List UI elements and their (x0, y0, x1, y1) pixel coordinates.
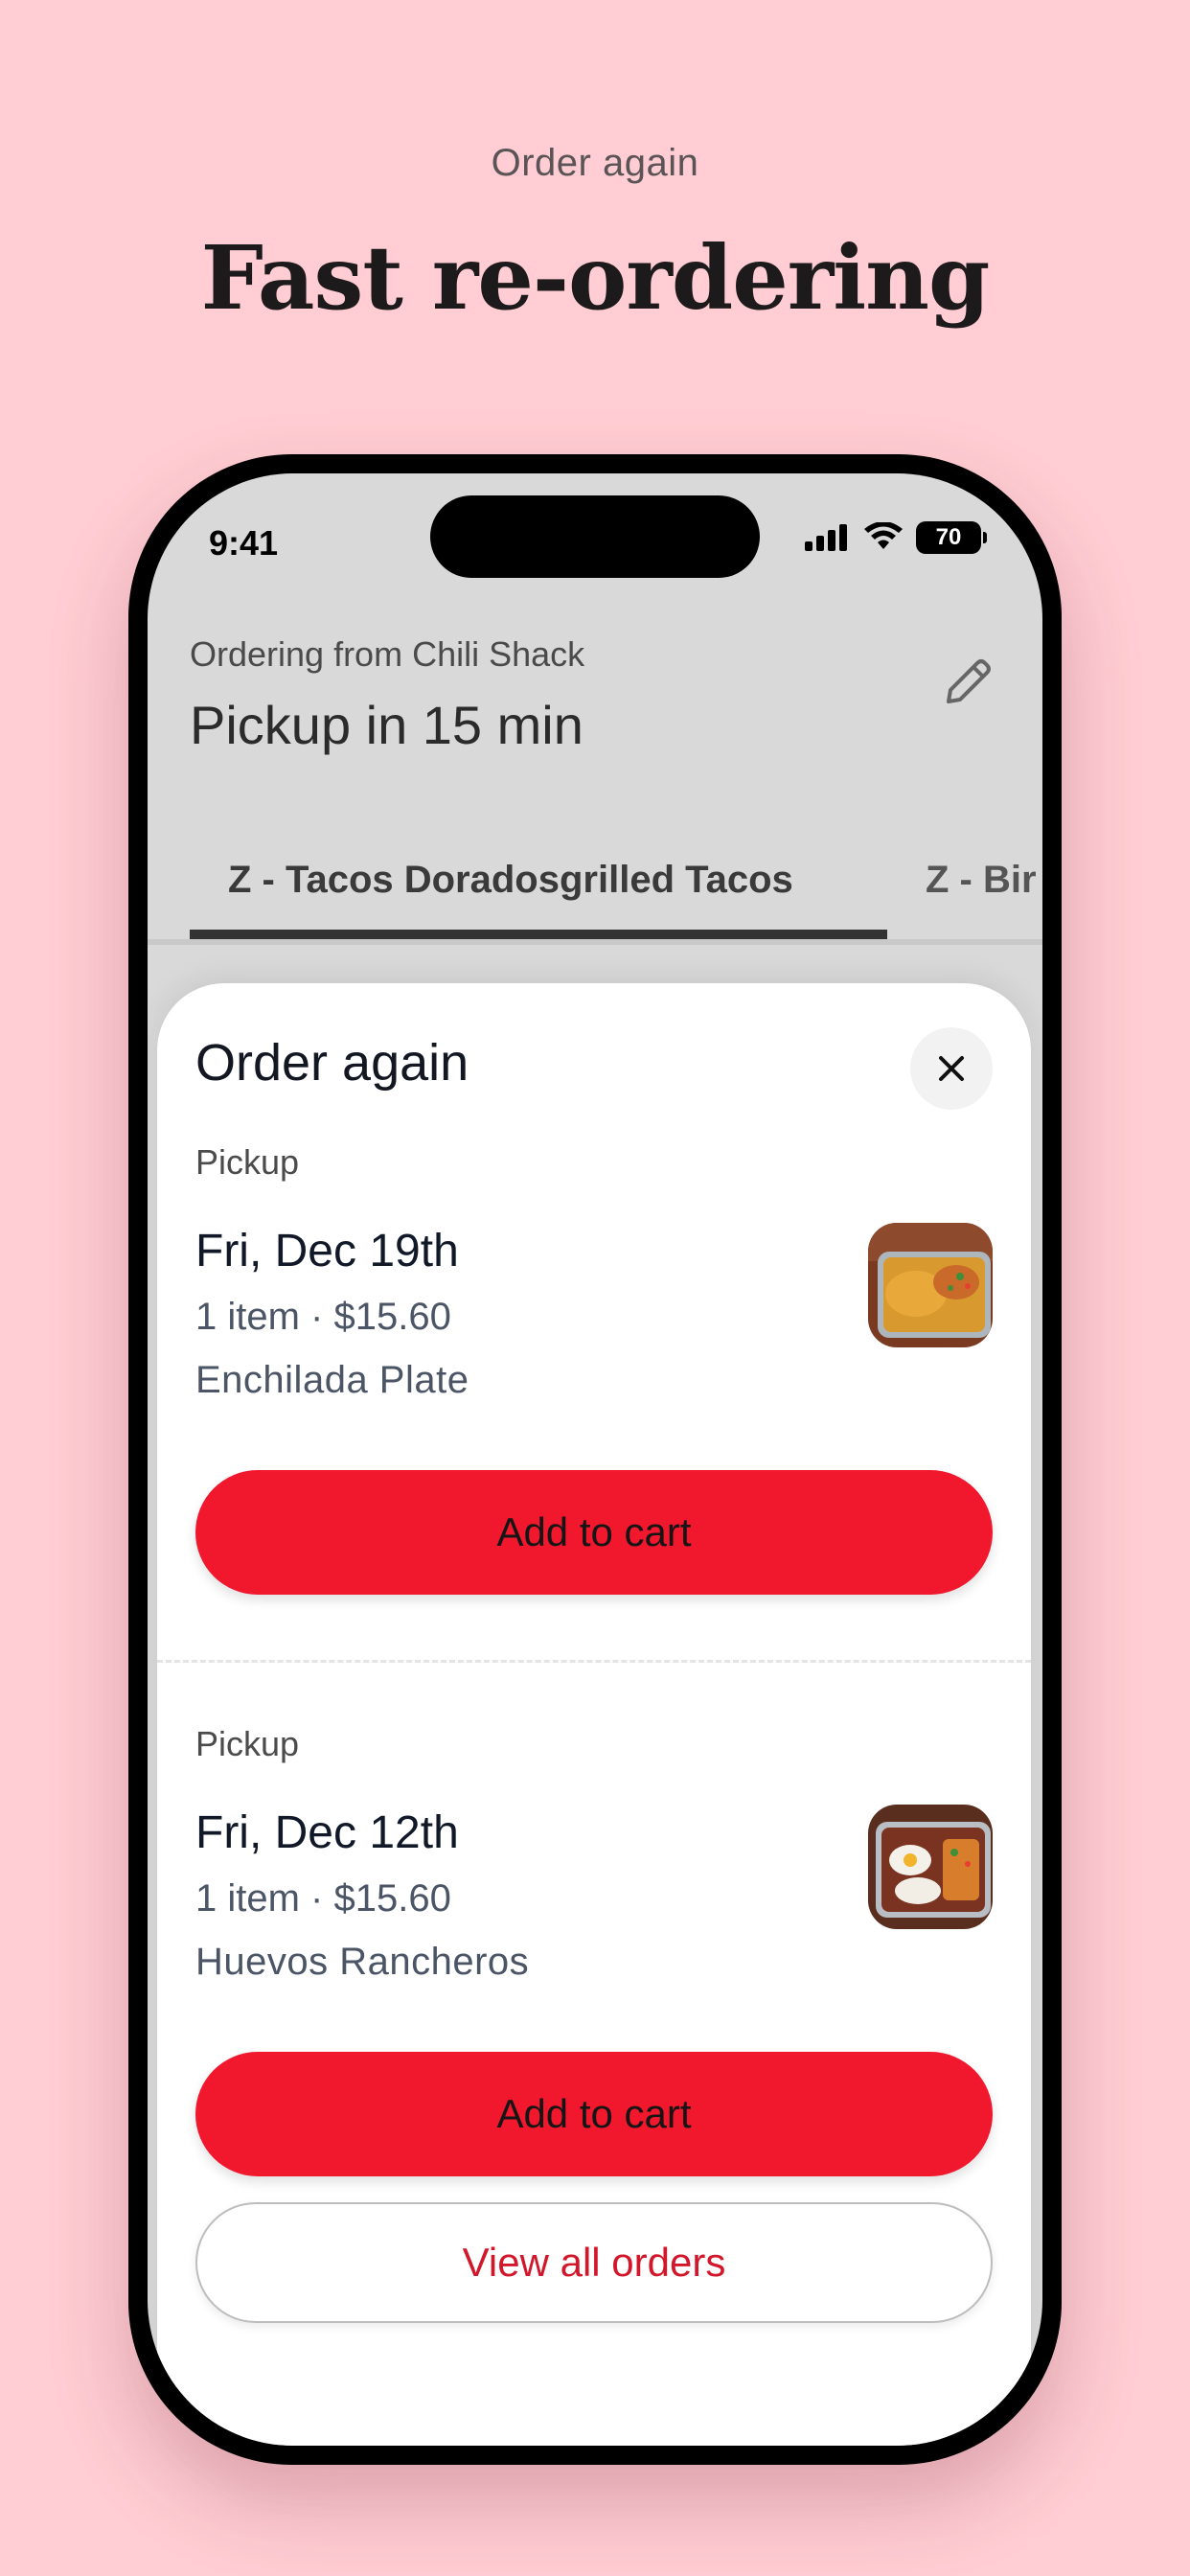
order-item-name: Huevos Rancheros (195, 1941, 530, 1983)
close-icon (939, 1056, 964, 1081)
status-time: 9:41 (209, 523, 279, 563)
order-type: Pickup (195, 1142, 300, 1182)
order-date: Fri, Dec 19th (195, 1226, 459, 1276)
tab-birria[interactable]: Z - Bir (926, 859, 1037, 902)
dynamic-island (430, 495, 760, 578)
ordering-from-label: Ordering from Chili Shack (190, 634, 585, 674)
pickup-time: Pickup in 15 min (190, 695, 584, 755)
order-item-name: Enchilada Plate (195, 1359, 469, 1401)
tab-tacos-dorados[interactable]: Z - Tacos Doradosgrilled Tacos (228, 859, 793, 902)
order-meta: 1 item · $15.60 (195, 1296, 451, 1338)
order-type: Pickup (195, 1724, 300, 1763)
order-meta: 1 item · $15.60 (195, 1877, 451, 1920)
order-divider (157, 1660, 1031, 1663)
order-again-sheet: Order again Pickup Fri, Dec 19th 1 item … (157, 983, 1031, 2446)
sheet-title: Order again (195, 1034, 469, 1092)
add-to-cart-button[interactable]: Add to cart (195, 2052, 993, 2176)
wifi-icon (864, 522, 903, 549)
status-icons: 70 (803, 521, 987, 554)
active-tab-indicator (190, 930, 887, 939)
pencil-icon[interactable] (937, 652, 998, 713)
category-tabs: Z - Tacos Doradosgrilled Tacos Z - Bir (148, 838, 1042, 943)
battery-icon: 70 (916, 521, 987, 554)
huevos-rancheros-image (868, 1805, 993, 1929)
order-date: Fri, Dec 12th (195, 1807, 459, 1858)
phone-frame: 9:41 70 Ordering from Chili Shack Pickup… (128, 454, 1062, 2465)
view-all-orders-button[interactable]: View all orders (195, 2202, 993, 2323)
add-to-cart-button[interactable]: Add to cart (195, 1470, 993, 1595)
signal-icon (805, 524, 847, 551)
enchilada-plate-image (868, 1223, 993, 1347)
promo-title: Fast re-ordering (200, 226, 991, 330)
tabs-divider (148, 939, 1042, 945)
promo-subtitle: Order again (491, 142, 699, 184)
close-button[interactable] (910, 1027, 993, 1110)
phone-screen: 9:41 70 Ordering from Chili Shack Pickup… (148, 473, 1042, 2446)
